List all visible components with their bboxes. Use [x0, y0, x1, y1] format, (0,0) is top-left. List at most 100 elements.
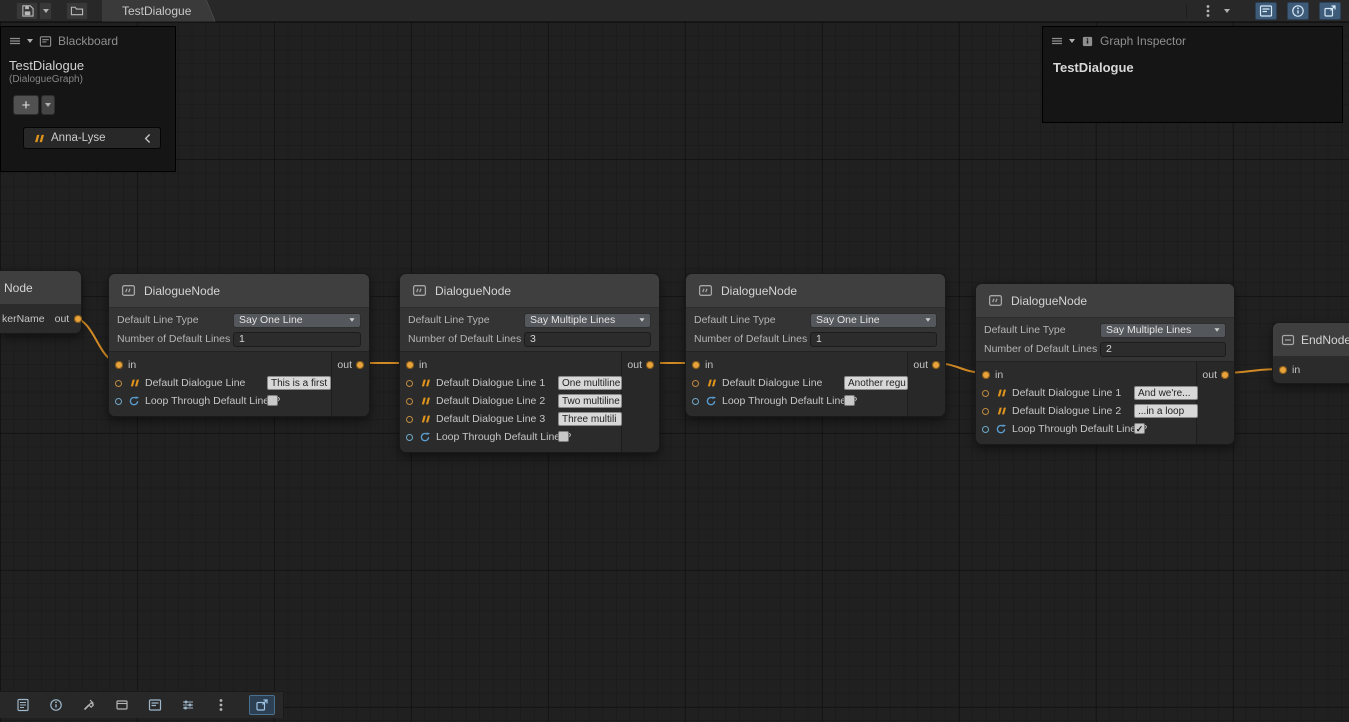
more-options-button[interactable]: [1197, 2, 1219, 20]
out-port[interactable]: [356, 361, 364, 369]
in-port[interactable]: [1279, 366, 1287, 374]
graph-inspector-graph-name: TestDialogue: [1043, 52, 1342, 75]
dialogue-node-1[interactable]: DialogueNode Default Line Type Say One L…: [108, 273, 370, 417]
blackboard-icon: [1259, 4, 1273, 18]
window-button[interactable]: [109, 695, 135, 715]
info-panel-button[interactable]: [43, 695, 69, 715]
string-port[interactable]: [406, 398, 413, 405]
blackboard-header[interactable]: Blackboard: [1, 27, 175, 52]
line-type-dropdown[interactable]: Say One Line: [810, 313, 937, 328]
dialogue-line-field[interactable]: Two multiline: [558, 394, 622, 408]
lines-count-field[interactable]: 1: [233, 332, 361, 347]
blackboard-icon: [148, 698, 162, 712]
dialogue-line-field[interactable]: Three multili: [558, 412, 622, 426]
lines-count-label: Number of Default Lines: [408, 333, 524, 345]
open-folder-button[interactable]: [66, 2, 88, 20]
console-panel-button[interactable]: [10, 695, 36, 715]
graph-tab[interactable]: TestDialogue: [102, 0, 215, 22]
dialogue-line-field[interactable]: Another regu: [844, 376, 908, 390]
loop-checkbox[interactable]: [558, 431, 569, 442]
minimap-toggle-button[interactable]: [1319, 2, 1341, 20]
lines-count-field[interactable]: 3: [524, 332, 651, 347]
add-property-button[interactable]: +: [13, 95, 39, 115]
info-icon: [49, 698, 63, 712]
dialogue-line-label: Default Dialogue Line 2: [436, 395, 545, 407]
in-port[interactable]: [692, 361, 700, 369]
out-port[interactable]: [74, 315, 82, 323]
string-port[interactable]: [406, 416, 413, 423]
in-port-label: in: [995, 369, 1003, 381]
line-type-dropdown[interactable]: Say One Line: [233, 313, 361, 328]
speaker-node[interactable]: Node kerName out: [0, 270, 82, 334]
string-port[interactable]: [406, 380, 413, 387]
string-port[interactable]: [982, 390, 989, 397]
menu-icon[interactable]: [1051, 35, 1063, 47]
save-button[interactable]: [16, 2, 38, 20]
node-title: Node: [4, 281, 33, 295]
loop-checkbox[interactable]: [267, 395, 278, 406]
save-dropdown-button[interactable]: [39, 2, 52, 20]
dialogue-line-field[interactable]: One multiline: [558, 376, 622, 390]
settings-sliders-button[interactable]: [175, 695, 201, 715]
menu-icon[interactable]: [9, 35, 21, 47]
dialogue-node-icon: [121, 283, 136, 298]
in-port-label: in: [705, 359, 713, 371]
bool-port[interactable]: [982, 426, 989, 433]
node-title-bar[interactable]: EndNode: [1273, 323, 1349, 357]
bool-port[interactable]: [115, 398, 122, 405]
dialogue-line-label: Default Dialogue Line 1: [1012, 387, 1121, 399]
end-node[interactable]: EndNode in: [1272, 322, 1349, 384]
dialogue-line-label: Default Dialogue Line 3: [436, 413, 545, 425]
node-title-bar[interactable]: DialogueNode: [400, 274, 659, 308]
in-port[interactable]: [982, 371, 990, 379]
add-property-dropdown[interactable]: [41, 95, 55, 115]
collapse-chevron-icon[interactable]: [27, 39, 33, 43]
graph-inspector-header[interactable]: Graph Inspector: [1043, 27, 1342, 52]
dialogue-line-field[interactable]: This is a first: [267, 376, 331, 390]
line-type-dropdown[interactable]: Say Multiple Lines: [524, 313, 651, 328]
node-title-bar[interactable]: DialogueNode: [686, 274, 945, 308]
dialogue-line-field[interactable]: And we're...: [1134, 386, 1198, 400]
dialogue-line-value: And we're...: [1138, 388, 1191, 399]
lines-count-field[interactable]: 1: [810, 332, 937, 347]
dialogue-node-4[interactable]: DialogueNode Default Line Type Say Multi…: [975, 283, 1235, 445]
line-type-label: Default Line Type: [117, 314, 233, 326]
open-external-button[interactable]: [249, 695, 275, 715]
dialogue-node-2[interactable]: DialogueNode Default Line Type Say Multi…: [399, 273, 660, 453]
node-title-bar[interactable]: Node: [0, 271, 81, 305]
blackboard-panel-button[interactable]: [142, 695, 168, 715]
more-options-dropdown[interactable]: [1220, 2, 1233, 20]
string-port[interactable]: [115, 380, 122, 387]
chevron-left-icon[interactable]: [144, 133, 152, 144]
more-options-button[interactable]: [208, 695, 234, 715]
line-type-label: Default Line Type: [408, 314, 524, 326]
lines-count-value: 2: [1106, 343, 1112, 355]
string-port[interactable]: [982, 408, 989, 415]
lines-count-field[interactable]: 2: [1100, 342, 1226, 357]
tools-button[interactable]: [76, 695, 102, 715]
bool-port[interactable]: [406, 434, 413, 441]
loop-label: Loop Through Default Lines?: [1012, 423, 1147, 435]
blackboard-toggle-button[interactable]: [1255, 2, 1277, 20]
loop-checkbox[interactable]: [844, 395, 855, 406]
node-title-bar[interactable]: DialogueNode: [109, 274, 369, 308]
out-port[interactable]: [1221, 371, 1229, 379]
node-title-bar[interactable]: DialogueNode: [976, 284, 1234, 318]
collapse-chevron-icon[interactable]: [1069, 39, 1075, 43]
blackboard-field-row[interactable]: Anna-Lyse: [23, 127, 161, 149]
chevron-down-icon: [639, 318, 644, 321]
arrow-box-icon: [1323, 4, 1337, 18]
string-port[interactable]: [692, 380, 699, 387]
out-port[interactable]: [646, 361, 654, 369]
inspector-toggle-button[interactable]: [1287, 2, 1309, 20]
in-port[interactable]: [406, 361, 414, 369]
dialogue-node-3[interactable]: DialogueNode Default Line Type Say One L…: [685, 273, 946, 417]
dialogue-line-field[interactable]: ...in a loop: [1134, 404, 1198, 418]
blackboard-field-name: Anna-Lyse: [51, 132, 138, 144]
in-port[interactable]: [115, 361, 123, 369]
line-type-dropdown[interactable]: Say Multiple Lines: [1100, 323, 1226, 338]
out-port[interactable]: [932, 361, 940, 369]
loop-checkbox[interactable]: ✓: [1134, 423, 1145, 434]
bool-port[interactable]: [692, 398, 699, 405]
loop-icon: [994, 423, 1007, 435]
